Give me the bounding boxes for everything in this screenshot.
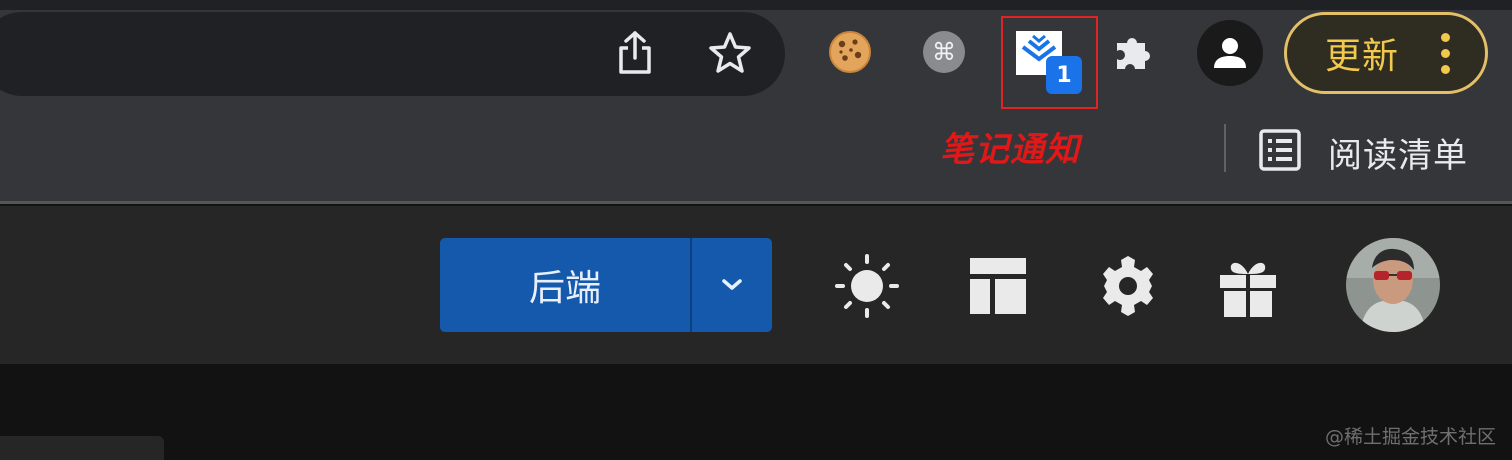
- puzzle-icon[interactable]: [1104, 22, 1164, 82]
- page-content: [0, 364, 1512, 460]
- more-icon[interactable]: [1441, 33, 1451, 74]
- user-avatar[interactable]: [1346, 238, 1440, 332]
- reading-list-button[interactable]: 阅读清单: [1328, 128, 1468, 177]
- category-split-button: 后端: [440, 238, 772, 332]
- layout-icon[interactable]: [962, 250, 1034, 322]
- watermark-text: @稀土掘金技术社区: [1324, 426, 1496, 448]
- category-button[interactable]: 后端: [440, 238, 690, 332]
- annotation-label: 笔记通知: [940, 130, 1080, 170]
- content-card: [0, 436, 164, 460]
- star-icon[interactable]: [705, 28, 755, 78]
- person-icon[interactable]: [1197, 20, 1263, 86]
- gift-icon[interactable]: [1212, 250, 1284, 322]
- browser-toolbar: ⌘ 1 更新: [0, 0, 1512, 110]
- address-bar[interactable]: [0, 12, 785, 96]
- tab-strip-edge: [0, 0, 1512, 10]
- bookmarks-divider: [1224, 124, 1226, 172]
- svg-text:⌘: ⌘: [932, 38, 956, 66]
- sun-icon[interactable]: [831, 250, 903, 322]
- chevron-down-icon[interactable]: [692, 238, 772, 332]
- highlight-box: [1001, 16, 1098, 109]
- update-button[interactable]: 更新: [1284, 12, 1488, 94]
- command-icon[interactable]: ⌘: [914, 22, 974, 82]
- cookie-icon[interactable]: [820, 22, 880, 82]
- screen: ⌘ 1 更新 笔记通知 阅读清单 后端 @稀土掘金技术社区: [0, 0, 1512, 460]
- update-label: 更新: [1325, 36, 1400, 77]
- gear-icon[interactable]: [1092, 250, 1164, 322]
- share-icon[interactable]: [610, 28, 660, 78]
- list-icon[interactable]: [1258, 128, 1302, 172]
